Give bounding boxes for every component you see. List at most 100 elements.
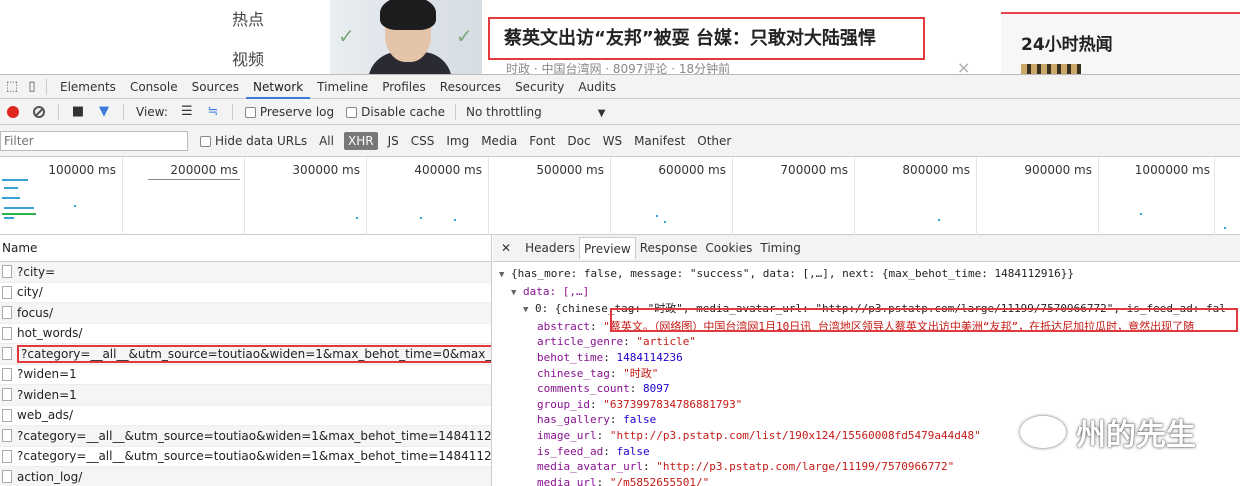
throttling-value: No throttling (466, 104, 542, 119)
overview-icon[interactable]: ≒ (205, 104, 221, 120)
json-key: comments_count (537, 382, 630, 396)
filter-ws[interactable]: WS (603, 134, 622, 148)
request-row[interactable]: ?city= (0, 262, 491, 283)
request-name: action_log/ (17, 469, 83, 484)
inspect-element-icon[interactable]: ⬚ (4, 79, 20, 95)
filter-js[interactable]: JS (388, 134, 399, 148)
tab-network[interactable]: Network (246, 75, 311, 99)
hide-data-urls-checkbox[interactable]: Hide data URLs (200, 134, 307, 148)
filter-input[interactable] (0, 130, 188, 151)
disable-cache-label: Disable cache (361, 104, 445, 119)
tab-console[interactable]: Console (123, 75, 185, 99)
json-field[interactable]: comments_count: 8097 (499, 381, 1240, 397)
filter-other[interactable]: Other (697, 134, 731, 148)
request-name: hot_words/ (17, 326, 83, 341)
json-root-line[interactable]: ▼ {has_more: false, message: "success", … (499, 266, 1240, 284)
network-toolbar: ■ ▼ View: ☰ ≒ Preserve log Disable cache… (0, 99, 1240, 125)
request-row[interactable]: ?widen=1 (0, 365, 491, 385)
nav-hot[interactable]: 热点 (232, 6, 264, 30)
filter-all[interactable]: All (319, 134, 334, 148)
news-photo[interactable]: ✓ ✓ (330, 0, 482, 74)
request-name: ?widen=1 (17, 387, 77, 402)
document-icon (2, 408, 12, 422)
tab-profiles[interactable]: Profiles (375, 75, 433, 99)
clear-button[interactable] (31, 104, 47, 120)
tab-audits[interactable]: Audits (571, 75, 623, 99)
document-icon (2, 265, 12, 279)
request-name: ?city= (17, 264, 56, 279)
abstract-highlight-box (610, 308, 1238, 332)
request-row[interactable]: ?widen=1 (0, 385, 491, 406)
filter-css[interactable]: CSS (411, 134, 435, 148)
disable-cache-checkbox[interactable]: Disable cache (346, 105, 445, 119)
json-key: is_feed_ad (537, 444, 604, 458)
large-rows-icon[interactable]: ☰ (179, 104, 195, 120)
json-field[interactable]: chinese_tag: "时政" (499, 366, 1240, 382)
tab-timing[interactable]: Timing (756, 237, 805, 259)
filter-font[interactable]: Font (529, 134, 555, 148)
view-label: View: (136, 104, 168, 119)
filter-xhr[interactable]: XHR (343, 131, 378, 150)
news-headline[interactable]: 蔡英文出访“友邦”被耍 台媒：只敢对大陆强悍 (488, 17, 925, 60)
tab-response[interactable]: Response (636, 237, 702, 259)
filter-funnel-icon[interactable]: ▼ (96, 104, 112, 120)
json-value: false (616, 444, 650, 458)
tick-label: 1000000 ms (1134, 163, 1210, 177)
document-icon (2, 347, 12, 361)
document-icon (2, 326, 12, 340)
tab-resources[interactable]: Resources (433, 75, 508, 99)
close-icon[interactable]: × (957, 58, 970, 74)
request-name: ?category=__all__&utm_source=toutiao&wid… (17, 449, 491, 464)
json-field[interactable]: media_url: "/m5852655501/" (499, 475, 1240, 486)
document-icon (2, 306, 12, 320)
json-key: behot_time (537, 350, 604, 364)
json-data-line[interactable]: ▼ data: [,…] (499, 284, 1240, 302)
tab-sources[interactable]: Sources (185, 75, 246, 99)
tick-label: 100000 ms (48, 163, 116, 177)
hide-data-urls-label: Hide data URLs (215, 133, 308, 148)
document-icon (2, 388, 12, 402)
request-row[interactable]: city/ (0, 283, 491, 303)
filter-manifest[interactable]: Manifest (634, 134, 685, 148)
name-column-header[interactable]: Name (0, 235, 491, 262)
tab-elements[interactable]: Elements (53, 75, 123, 99)
watermark: 州的先生 (1020, 410, 1196, 454)
preserve-log-checkbox[interactable]: Preserve log (244, 105, 334, 119)
tab-headers[interactable]: Headers (521, 237, 579, 259)
request-list: Name ?city= city/focus/hot_words/ ?categor… (0, 235, 492, 486)
request-row[interactable]: ?category=__all__&utm_source=toutiao&wid… (0, 344, 491, 365)
tab-cookies[interactable]: Cookies (701, 237, 756, 259)
json-key: abstract (537, 319, 590, 333)
hot-news-thumbnail[interactable] (1021, 64, 1081, 74)
json-value: 8097 (642, 382, 670, 396)
filter-media[interactable]: Media (481, 134, 517, 148)
request-row[interactable]: focus/ (0, 303, 491, 324)
json-field[interactable]: article_genre: "article" (499, 334, 1240, 350)
tick-label: 600000 ms (658, 163, 726, 177)
tab-timeline[interactable]: Timeline (310, 75, 375, 99)
filter-img[interactable]: Img (446, 134, 469, 148)
camera-icon[interactable]: ■ (70, 104, 86, 120)
request-row[interactable]: ?category=__all__&utm_source=toutiao&wid… (0, 447, 491, 467)
tab-security[interactable]: Security (508, 75, 571, 99)
request-row[interactable]: hot_words/ (0, 324, 491, 344)
tick-label: 400000 ms (414, 163, 482, 177)
device-mode-icon[interactable]: ▯ (24, 79, 40, 95)
json-field[interactable]: media_avatar_url: "http://p3.pstatp.com/… (499, 459, 1240, 475)
request-row[interactable]: web_ads/ (0, 406, 491, 426)
devtools-tabbar: ⬚ ▯ Elements Console Sources Network Tim… (0, 75, 1240, 99)
tab-preview[interactable]: Preview (579, 237, 636, 259)
network-overview-timeline[interactable]: 100000 ms 200000 ms 300000 ms 400000 ms … (0, 157, 1240, 235)
filter-doc[interactable]: Doc (567, 134, 590, 148)
request-name: focus/ (17, 305, 54, 320)
throttling-select[interactable]: No throttling ▼ (466, 105, 605, 119)
nav-video[interactable]: 视频 (232, 46, 264, 70)
request-row[interactable]: action_log/ (0, 467, 491, 486)
json-field[interactable]: behot_time: 1484114236 (499, 350, 1240, 366)
json-key: has_gallery (537, 413, 610, 427)
document-icon (2, 470, 12, 484)
request-row[interactable]: ?category=__all__&utm_source=toutiao&wid… (0, 426, 491, 447)
close-detail-icon[interactable]: ✕ (497, 237, 515, 259)
record-button[interactable] (5, 104, 21, 120)
json-value: "6373997834786881793" (603, 397, 743, 411)
